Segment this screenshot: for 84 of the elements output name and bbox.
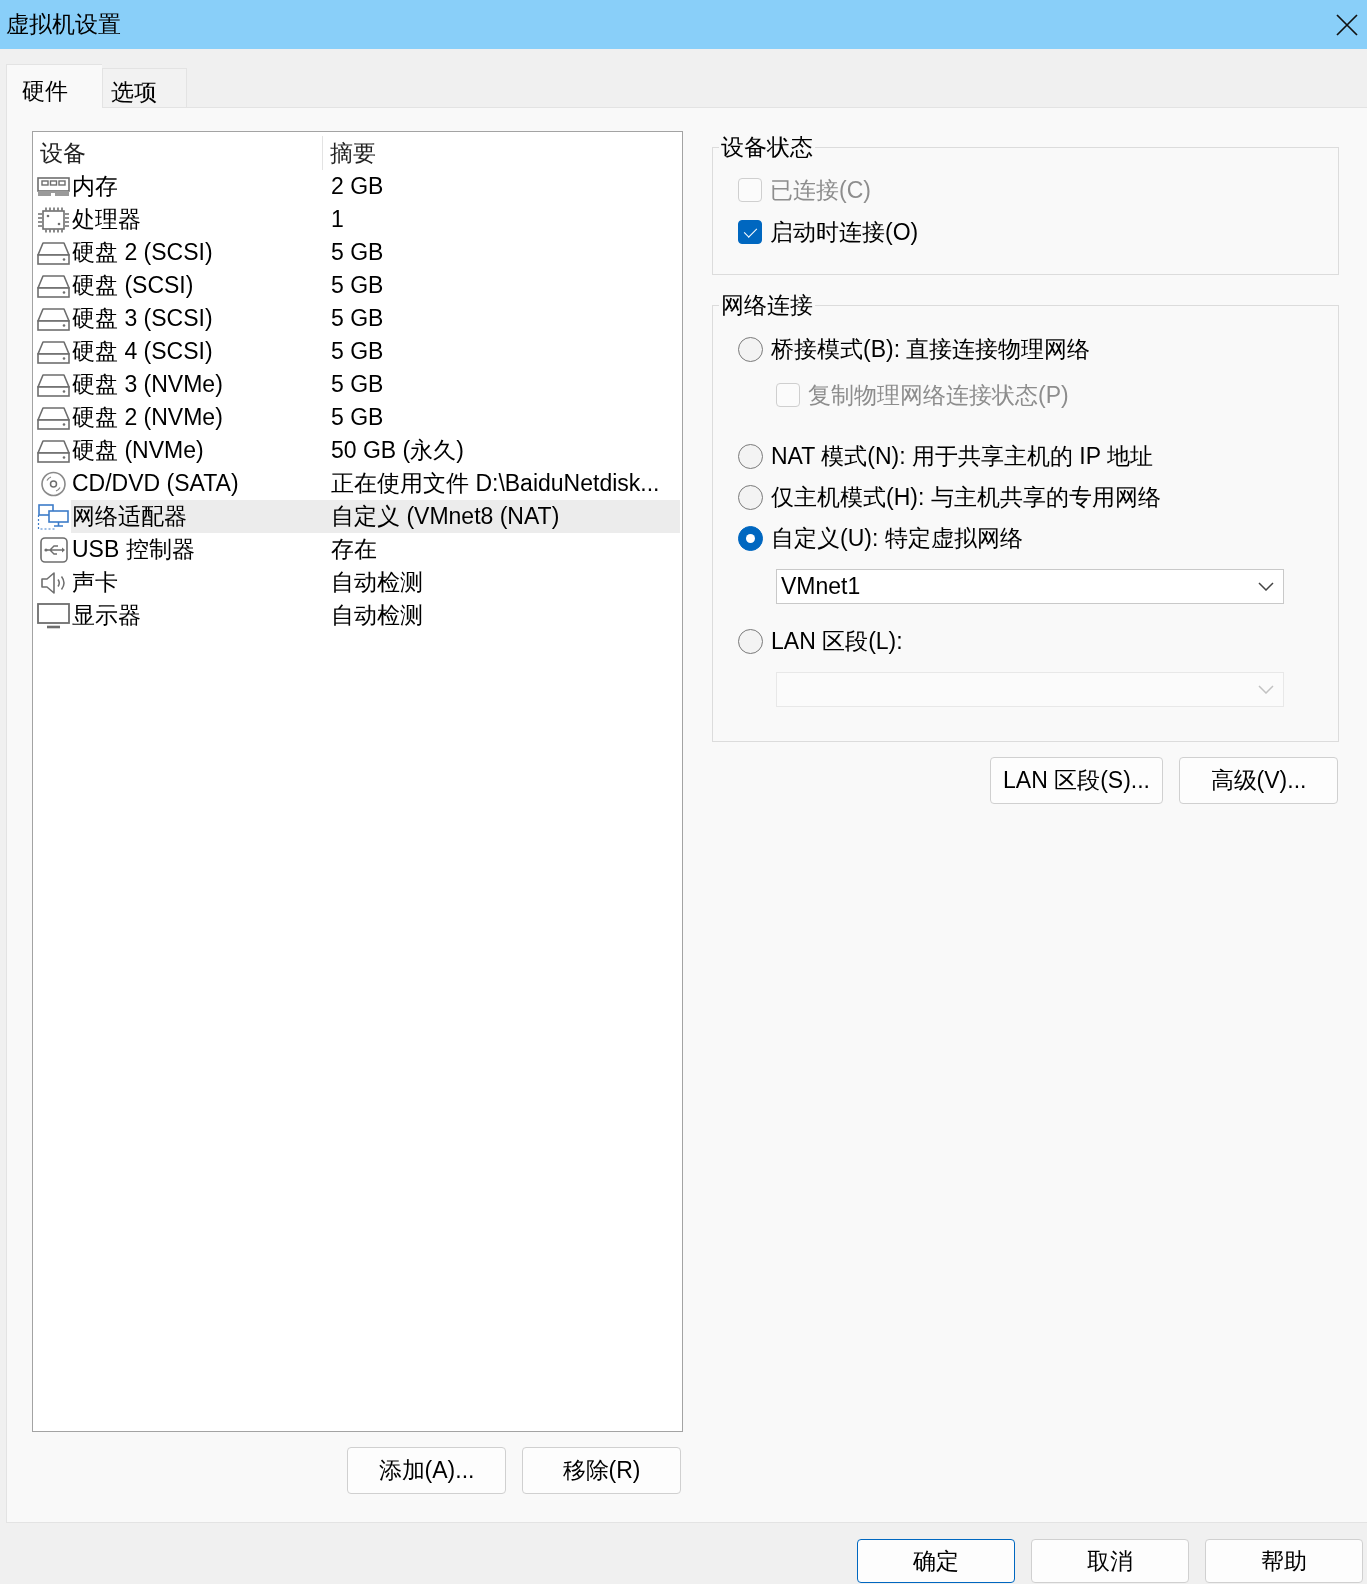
- hard-drive-icon: [37, 239, 70, 266]
- device-summary: 自动检测: [330, 569, 423, 596]
- device-name: USB 控制器: [71, 536, 196, 563]
- radio-button[interactable]: [738, 336, 763, 362]
- tab[interactable]: 硬件: [6, 64, 102, 108]
- window-title: 虚拟机设置: [6, 11, 121, 38]
- dropdown[interactable]: VMnet1: [776, 569, 1284, 604]
- chip-icon: [37, 206, 70, 233]
- chevron-down-icon: [1258, 685, 1274, 694]
- device-row[interactable]: 内存 2 GB: [71, 170, 680, 203]
- device-name: 声卡: [71, 569, 119, 596]
- device-row[interactable]: 硬盘 2 (SCSI) 5 GB: [71, 236, 680, 269]
- device-summary: 5 GB: [330, 371, 384, 398]
- radio-button[interactable]: [738, 525, 763, 551]
- remove-button[interactable]: 移除(R): [522, 1447, 681, 1494]
- device-summary: 5 GB: [330, 404, 384, 431]
- device-name: 硬盘 (SCSI): [71, 272, 195, 299]
- device-summary: 50 GB (永久): [330, 437, 464, 464]
- device-row[interactable]: 处理器 1: [71, 203, 680, 236]
- device-name: 硬盘 4 (SCSI): [71, 338, 214, 365]
- device-name: 硬盘 2 (NVMe): [71, 404, 224, 431]
- hard-drive-icon: [37, 371, 70, 398]
- device-row[interactable]: 硬盘 2 (NVMe) 5 GB: [71, 401, 680, 434]
- device-summary: 2 GB: [330, 173, 384, 200]
- device-summary: 自定义 (VMnet8 (NAT): [330, 503, 560, 530]
- close-icon: [1336, 13, 1358, 36]
- device-summary: 5 GB: [330, 239, 384, 266]
- device-name: 硬盘 3 (NVMe): [71, 371, 224, 398]
- ok-button[interactable]: 确定: [857, 1539, 1015, 1583]
- lan-segments-button[interactable]: LAN 区段(S)...: [990, 757, 1163, 804]
- device-row[interactable]: USB 控制器 存在: [71, 533, 680, 566]
- device-name: CD/DVD (SATA): [71, 470, 240, 497]
- add-button[interactable]: 添加(A)...: [347, 1447, 506, 1494]
- device-name: 处理器: [71, 206, 142, 233]
- device-summary: 1: [330, 206, 344, 233]
- device-name: 硬盘 3 (SCSI): [71, 305, 214, 332]
- hard-drive-icon: [37, 305, 70, 332]
- usb-icon: [37, 536, 70, 563]
- hard-drive-icon: [37, 437, 70, 464]
- column-header[interactable]: 设备: [33, 136, 323, 170]
- cancel-button[interactable]: 取消: [1031, 1539, 1189, 1583]
- group-title: 设备状态: [720, 134, 814, 160]
- radio-label[interactable]: 仅主机模式(H): 与主机共享的专用网络: [771, 483, 1161, 511]
- radio-label[interactable]: NAT 模式(N): 用于共享主机的 IP 地址: [771, 442, 1154, 470]
- close-button[interactable]: [1336, 13, 1358, 36]
- device-summary: 自动检测: [330, 602, 423, 629]
- column-header[interactable]: 摘要: [323, 141, 376, 165]
- hard-drive-icon: [37, 272, 70, 299]
- device-summary: 5 GB: [330, 272, 384, 299]
- device-row[interactable]: 硬盘 (NVMe) 50 GB (永久): [71, 434, 680, 467]
- radio-label[interactable]: 桥接模式(B): 直接连接物理网络: [771, 335, 1091, 363]
- device-name: 网络适配器: [71, 503, 188, 530]
- checkbox[interactable]: [738, 220, 762, 244]
- radio-button[interactable]: [738, 443, 763, 469]
- radio-label[interactable]: 自定义(U): 特定虚拟网络: [771, 524, 1023, 552]
- device-name: 显示器: [71, 602, 142, 629]
- advanced-button[interactable]: 高级(V)...: [1179, 757, 1338, 804]
- radio-button[interactable]: [738, 484, 763, 510]
- network-computers-icon: [37, 503, 70, 530]
- device-summary: 5 GB: [330, 338, 384, 365]
- device-summary: 存在: [330, 536, 377, 563]
- group-title: 网络连接: [720, 292, 814, 318]
- device-name: 硬盘 (NVMe): [71, 437, 205, 464]
- monitor-icon: [37, 602, 70, 629]
- help-button[interactable]: 帮助: [1205, 1539, 1363, 1583]
- device-name: 内存: [71, 173, 119, 200]
- device-row[interactable]: 显示器 自动检测: [71, 599, 680, 632]
- device-summary: 正在使用文件 D:\BaiduNetdisk...: [330, 470, 660, 497]
- device-row[interactable]: 硬盘 3 (SCSI) 5 GB: [71, 302, 680, 335]
- checkbox-label[interactable]: 启动时连接(O): [770, 218, 919, 246]
- device-summary: 5 GB: [330, 305, 384, 332]
- chevron-down-icon: [1258, 582, 1274, 591]
- device-row[interactable]: 网络适配器 自定义 (VMnet8 (NAT): [71, 500, 680, 533]
- radio-button[interactable]: [738, 628, 763, 654]
- device-row[interactable]: 声卡 自动检测: [71, 566, 680, 599]
- device-row[interactable]: CD/DVD (SATA) 正在使用文件 D:\BaiduNetdisk...: [71, 467, 680, 500]
- device-row[interactable]: 硬盘 (SCSI) 5 GB: [71, 269, 680, 302]
- radio-label[interactable]: LAN 区段(L):: [771, 627, 903, 655]
- hard-drive-icon: [37, 404, 70, 431]
- device-name: 硬盘 2 (SCSI): [71, 239, 214, 266]
- tab[interactable]: 选项: [102, 68, 187, 107]
- hard-drive-icon: [37, 338, 70, 365]
- device-row[interactable]: 硬盘 3 (NVMe) 5 GB: [71, 368, 680, 401]
- device-row[interactable]: 硬盘 4 (SCSI) 5 GB: [71, 335, 680, 368]
